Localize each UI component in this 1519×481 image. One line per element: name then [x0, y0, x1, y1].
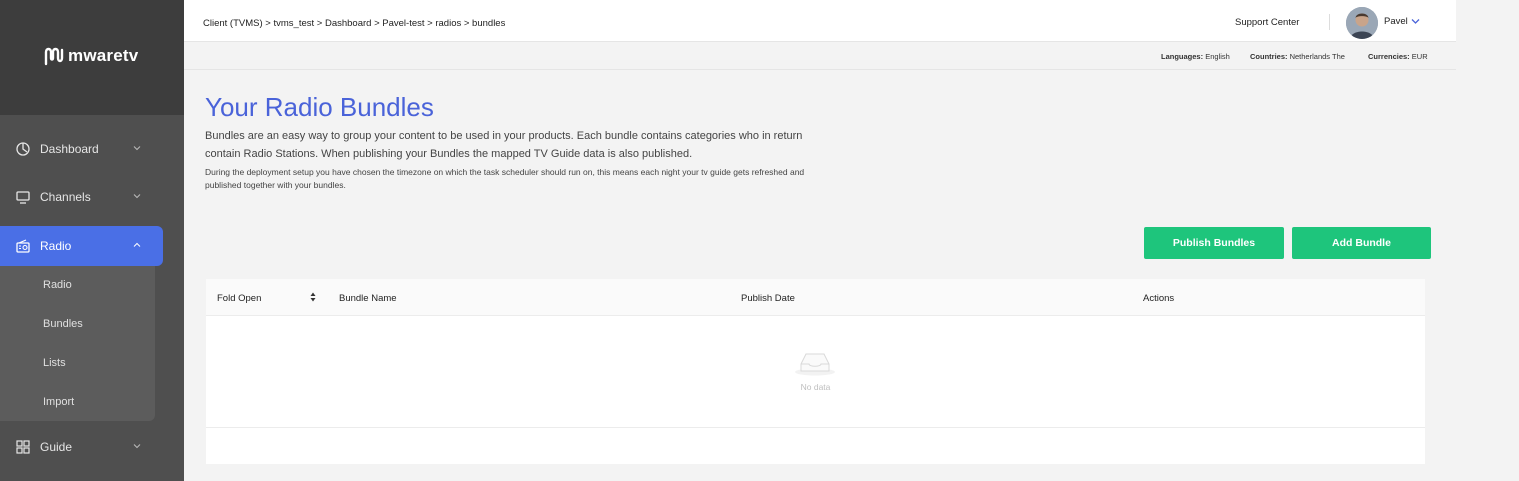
- chevron-down-icon: [133, 146, 141, 151]
- main-content: Your Radio Bundles Bundles are an easy w…: [184, 70, 1456, 481]
- sidebar: mwaretv Dashboard Channels Radio Radio B…: [0, 0, 184, 481]
- publish-bundles-button[interactable]: Publish Bundles: [1144, 227, 1284, 259]
- currencies-value: EUR: [1411, 52, 1428, 61]
- breadcrumb-item[interactable]: > radios: [427, 18, 461, 29]
- empty-text: No data: [800, 382, 831, 392]
- logo[interactable]: mwaretv: [42, 44, 138, 68]
- countries-label: Countries:: [1250, 52, 1288, 61]
- column-header-actions: Actions: [1143, 293, 1175, 304]
- chevron-down-icon: [133, 444, 141, 449]
- logo-area: mwaretv: [0, 0, 184, 115]
- breadcrumb-item[interactable]: > Dashboard: [317, 18, 372, 29]
- chevron-down-icon[interactable]: [1411, 18, 1420, 25]
- breadcrumb-item[interactable]: Client (TVMS): [203, 18, 263, 29]
- header-divider: [1329, 14, 1330, 30]
- page-description: Bundles are an easy way to group your co…: [205, 130, 803, 160]
- sidebar-item-guide[interactable]: Guide: [0, 427, 163, 467]
- chevron-up-icon: [133, 242, 141, 247]
- sidebar-item-label: Dashboard: [40, 142, 99, 156]
- grid-icon: [16, 440, 30, 454]
- languages-label: Languages:: [1161, 52, 1204, 61]
- currencies-label: Currencies:: [1368, 52, 1410, 61]
- countries-info: Countries: Netherlands The: [1250, 52, 1345, 61]
- empty-state: No data: [206, 316, 1425, 428]
- sidebar-item-radio[interactable]: Radio: [0, 226, 163, 266]
- sort-icon[interactable]: [310, 292, 316, 302]
- table-header: Fold Open Bundle Name Publish Date Actio…: [206, 279, 1425, 316]
- countries-value: Netherlands The: [1289, 52, 1345, 61]
- empty-inbox-icon: [795, 353, 835, 376]
- user-name[interactable]: Pavel: [1384, 16, 1408, 27]
- languages-value: English: [1205, 52, 1230, 61]
- sidebar-item-dashboard[interactable]: Dashboard: [0, 129, 163, 169]
- breadcrumb-item[interactable]: > tvms_test: [265, 18, 314, 29]
- locale-bar: Languages: English Countries: Netherland…: [184, 42, 1456, 70]
- sidebar-item-label: Guide: [40, 440, 73, 454]
- currencies-info: Currencies: EUR: [1368, 52, 1428, 61]
- submenu-item-bundles[interactable]: Bundles: [43, 318, 83, 330]
- chevron-down-icon: [133, 194, 141, 199]
- column-header-publish-date: Publish Date: [741, 293, 795, 304]
- page-title: Your Radio Bundles: [205, 92, 434, 122]
- breadcrumb: Client (TVMS) > tvms_test > Dashboard > …: [203, 18, 505, 29]
- breadcrumb-item[interactable]: > Pavel-test: [374, 18, 424, 29]
- logo-text: mwaretv: [68, 46, 139, 65]
- page-note: During the deployment setup you have cho…: [205, 167, 805, 190]
- top-header: Client (TVMS) > tvms_test > Dashboard > …: [184, 0, 1456, 42]
- dashboard-icon: [16, 142, 30, 156]
- submenu-item-import[interactable]: Import: [43, 396, 74, 408]
- sidebar-item-label: Channels: [40, 190, 91, 204]
- sidebar-item-channels[interactable]: Channels: [0, 177, 163, 217]
- radio-submenu: Radio Bundles Lists Import: [0, 266, 155, 421]
- bundles-table: Fold Open Bundle Name Publish Date Actio…: [206, 279, 1425, 464]
- submenu-item-radio[interactable]: Radio: [43, 279, 72, 291]
- column-header-fold-open: Fold Open: [217, 293, 262, 304]
- languages-info: Languages: English: [1161, 52, 1230, 61]
- support-center-link[interactable]: Support Center: [1235, 17, 1299, 28]
- submenu-item-lists[interactable]: Lists: [43, 357, 66, 369]
- radio-icon: [16, 239, 30, 253]
- breadcrumb-item[interactable]: > bundles: [464, 18, 505, 29]
- monitor-icon: [16, 191, 30, 204]
- column-header-bundle-name: Bundle Name: [339, 293, 397, 304]
- add-bundle-button[interactable]: Add Bundle: [1292, 227, 1431, 259]
- mwaretv-logo-icon: [44, 47, 64, 66]
- user-avatar-icon: [1346, 7, 1378, 39]
- sidebar-item-label: Radio: [40, 239, 72, 253]
- right-margin: [1456, 0, 1519, 481]
- avatar[interactable]: [1346, 7, 1378, 39]
